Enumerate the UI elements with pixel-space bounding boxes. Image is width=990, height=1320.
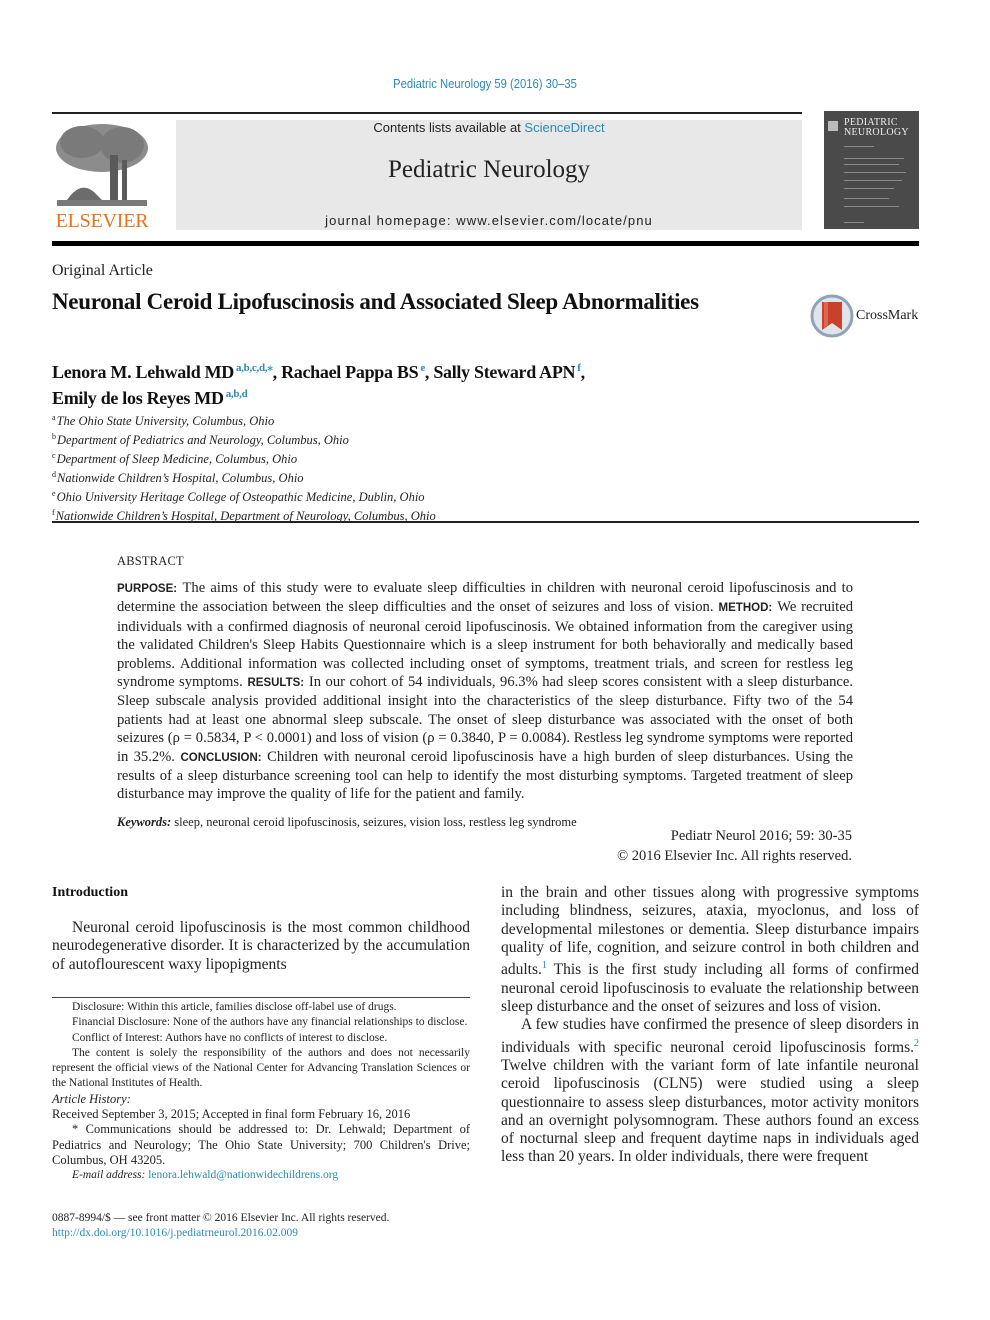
email-line: E-mail address: lenora.lehwald@nationwid… bbox=[52, 1168, 470, 1183]
body-paragraph: in the brain and other tissues along wit… bbox=[501, 884, 919, 1015]
author-name[interactable]: Rachael Pappa BS bbox=[281, 362, 419, 382]
abstract-body: PURPOSE: The aims of this study were to … bbox=[117, 579, 853, 804]
crossmark-label[interactable]: CrossMark bbox=[856, 308, 918, 324]
issn-line: 0887-8994/$ — see front matter © 2016 El… bbox=[52, 1212, 390, 1224]
journal-homepage-link[interactable]: journal homepage: www.elsevier.com/locat… bbox=[176, 213, 802, 228]
author-list: Lenora M. Lehwald MD a,b,c,d,⁎, Rachael P… bbox=[52, 357, 772, 409]
journal-title: Pediatric Neurology bbox=[387, 156, 591, 183]
article-history: Received September 3, 2015; Accepted in … bbox=[52, 1107, 411, 1122]
body-column-right: in the brain and other tissues along wit… bbox=[501, 884, 919, 1167]
author-separator: , bbox=[272, 362, 282, 382]
author-name[interactable]: Emily de los Reyes MD bbox=[52, 388, 224, 408]
abstract-label-conclusion: CONCLUSION: bbox=[180, 751, 262, 764]
cover-text-line bbox=[844, 146, 874, 147]
footnote-disclosure: Disclosure: Within this article, familie… bbox=[72, 1001, 397, 1013]
copyright-line: © 2016 Elsevier Inc. All rights reserved… bbox=[617, 848, 852, 864]
issn-block: 0887-8994/$ — see front matter © 2016 El… bbox=[52, 1211, 389, 1241]
header-rule bbox=[176, 112, 802, 114]
body-paragraph: Neuronal ceroid lipofuscinosis is the mo… bbox=[52, 919, 470, 973]
cover-text-line bbox=[844, 158, 904, 159]
contents-available-line: Contents lists available at ScienceDirec… bbox=[176, 120, 802, 135]
citation-line: Pediatr Neurol 2016; 59: 30-35 bbox=[670, 828, 852, 844]
article-history-label: Article History: bbox=[52, 1091, 131, 1106]
cover-text-line bbox=[844, 188, 894, 189]
author-separator: , bbox=[580, 362, 586, 382]
section-heading-introduction: Introduction bbox=[52, 885, 128, 900]
footnote-conflict: Conflict of Interest: Authors have no co… bbox=[72, 1031, 388, 1044]
cover-title: PEDIATRIC NEUROLOGY bbox=[844, 117, 909, 138]
abstract-heading: ABSTRACT bbox=[117, 554, 184, 568]
abstract-label-results: RESULTS: bbox=[247, 677, 305, 690]
abstract-label-method: METHOD: bbox=[718, 602, 773, 615]
author-affiliation-link[interactable]: a,b,c,d,⁎ bbox=[236, 362, 273, 374]
footnote-content: The content is solely the responsibility… bbox=[52, 1046, 470, 1090]
article-title: Neuronal Ceroid Lipofuscinosis and Assoc… bbox=[52, 289, 699, 314]
section-divider bbox=[52, 521, 919, 523]
cover-text-line bbox=[844, 206, 899, 207]
cover-text-line bbox=[844, 198, 889, 199]
author-affiliation-link[interactable]: a,b,d bbox=[226, 388, 248, 400]
footnotes: Disclosure: Within this article, familie… bbox=[52, 1000, 470, 1184]
contents-prefix: Contents lists available at bbox=[373, 120, 525, 135]
elsevier-logo-text: ELSEVIER bbox=[55, 210, 149, 232]
keywords-label: Keywords: bbox=[117, 815, 172, 829]
affiliation-item: eOhio University Heritage College of Ost… bbox=[52, 489, 425, 504]
reference-link[interactable]: 2 bbox=[914, 1038, 919, 1049]
correspondence-note: * Communications should be addressed to:… bbox=[52, 1122, 470, 1167]
elsevier-tree-logo-icon bbox=[56, 124, 148, 206]
keywords-list: sleep, neuronal ceroid lipofuscinosis, s… bbox=[174, 815, 577, 829]
body-paragraph: A few studies have confirmed the presenc… bbox=[501, 1016, 919, 1166]
cover-text-line bbox=[844, 180, 902, 181]
email-label: E-mail address: bbox=[72, 1169, 146, 1182]
header-thick-rule bbox=[52, 241, 919, 246]
email-link[interactable]: lenora.lehwald@nationwidechildrens.org bbox=[148, 1169, 338, 1181]
author-name[interactable]: Lenora M. Lehwald MD bbox=[52, 362, 234, 382]
header-rule bbox=[52, 112, 176, 114]
article-type: Original Article bbox=[52, 262, 153, 279]
journal-reference-link[interactable]: Pediatric Neurology 59 (2016) 30–35 bbox=[49, 77, 922, 91]
affiliation-item: dNationwide Children’s Hospital, Columbu… bbox=[52, 470, 304, 485]
crossmark-icon[interactable] bbox=[810, 294, 854, 338]
cover-emblem-icon bbox=[828, 121, 838, 131]
doi-link[interactable]: http://dx.doi.org/10.1016/j.pediatrneuro… bbox=[52, 1226, 389, 1241]
cover-text-line bbox=[844, 164, 899, 165]
cover-text-line bbox=[844, 172, 906, 173]
sciencedirect-link[interactable]: ScienceDirect bbox=[524, 120, 604, 135]
cover-text-line bbox=[844, 222, 864, 223]
affiliation-item: aThe Ohio State University, Columbus, Oh… bbox=[52, 413, 275, 428]
affiliation-item: bDepartment of Pediatrics and Neurology,… bbox=[52, 432, 349, 447]
footnote-divider bbox=[52, 997, 470, 998]
affiliation-list: aThe Ohio State University, Columbus, Oh… bbox=[52, 410, 436, 524]
abstract-label-purpose: PURPOSE: bbox=[117, 583, 178, 595]
keywords-line: Keywords: sleep, neuronal ceroid lipofus… bbox=[117, 815, 577, 830]
affiliation-item: cDepartment of Sleep Medicine, Columbus,… bbox=[52, 451, 298, 466]
author-name[interactable]: Sally Steward APN bbox=[433, 362, 575, 382]
footnote-financial: Financial Disclosure: None of the author… bbox=[72, 1016, 468, 1029]
